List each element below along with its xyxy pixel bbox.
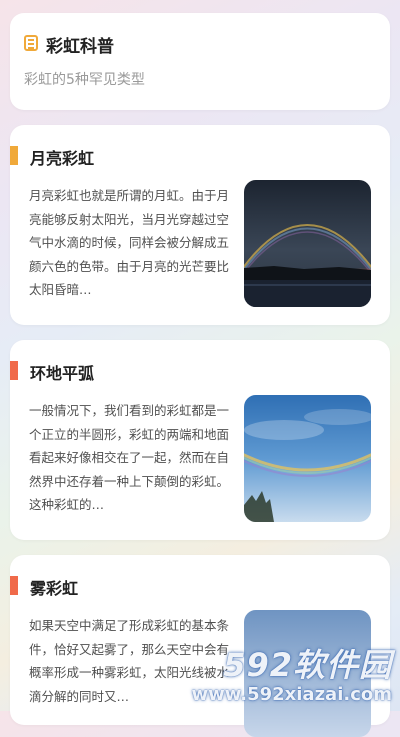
page-subtitle: 彩虹的5种罕见类型 [24, 72, 145, 88]
card-description: 月亮彩虹也就是所谓的月虹。由于月亮能够反射太阳光，当月光穿越过空气中水滴的时候，… [29, 188, 230, 298]
rainbow-type-card-moon[interactable]: 月亮彩虹 月亮彩虹也就是所谓的月虹。由于月亮能够反射太阳光，当月光穿越过空气中水… [10, 125, 390, 325]
title-accent-bar [10, 361, 18, 380]
watermark-logo: 592软件园 [223, 646, 392, 684]
watermark: 592软件园 www.592xiazai.com [192, 640, 400, 711]
card-description: 一般情况下，我们看到的彩虹都是一个正立的半圆形，彩虹的两端和地面看起来好像相交在… [29, 403, 230, 513]
card-title: 环地平弧 [30, 364, 95, 383]
document-icon [24, 35, 38, 51]
title-accent-bar [10, 576, 18, 595]
page-title: 彩虹科普 [46, 37, 114, 57]
header-card: 彩虹科普 彩虹的5种罕见类型 [10, 13, 390, 110]
card-title: 月亮彩虹 [30, 149, 95, 168]
circumhorizon-arc-image[interactable] [244, 395, 371, 522]
rainbow-type-card-arc[interactable]: 环地平弧 一般情况下，我们看到的彩虹都是一个正立的半圆形，彩虹的两端和地面看起来… [10, 340, 390, 540]
moon-rainbow-image[interactable] [244, 180, 371, 307]
card-title: 雾彩虹 [30, 579, 79, 598]
watermark-url: www.592xiazai.com [191, 684, 393, 705]
title-accent-bar [10, 146, 18, 165]
